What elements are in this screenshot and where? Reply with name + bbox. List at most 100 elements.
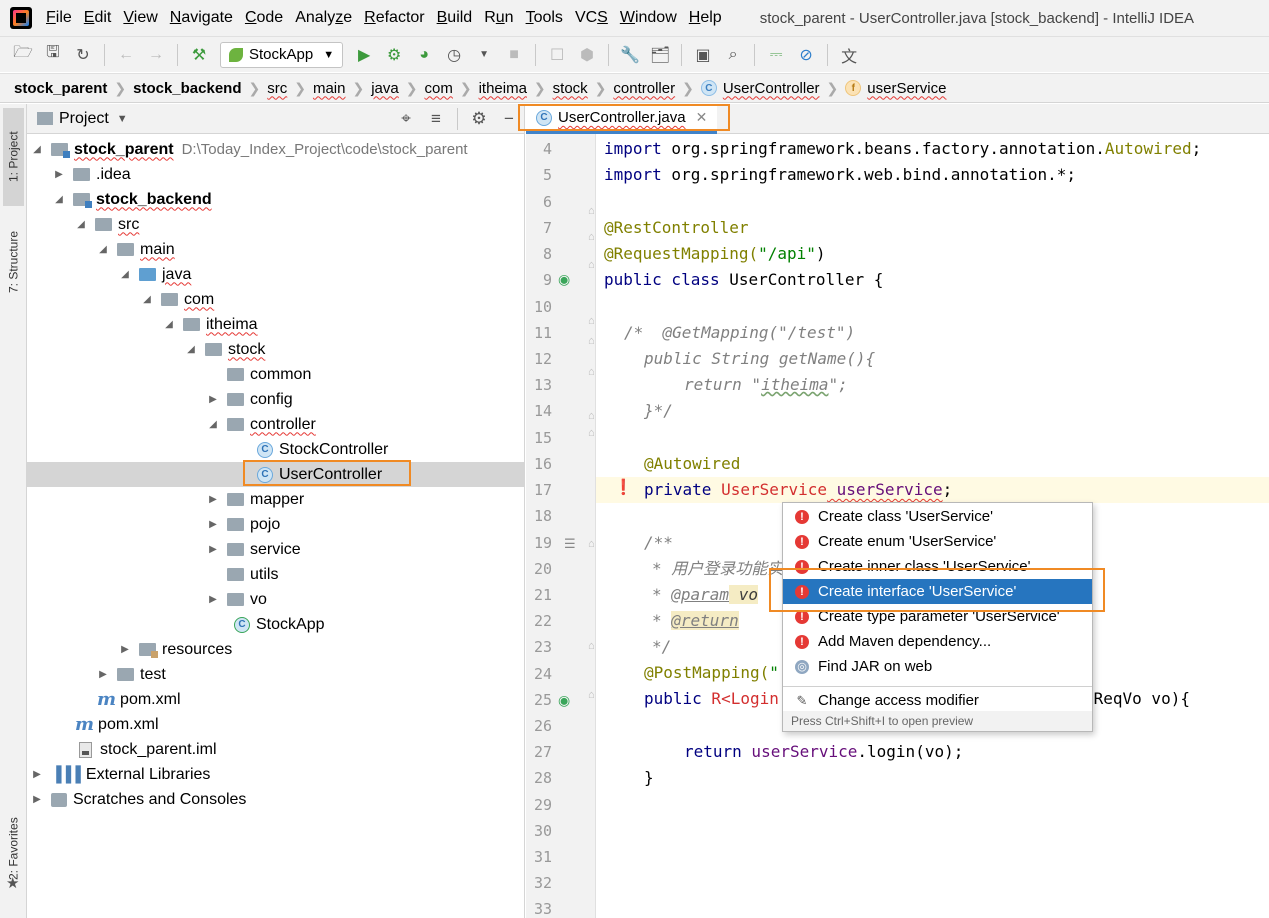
fold-marker-icon[interactable]: ⌂ xyxy=(588,640,595,652)
fold-marker-icon[interactable]: ⌂ xyxy=(588,538,595,550)
menu-refactor[interactable]: Refactor xyxy=(358,9,430,27)
project-view-select[interactable]: Project xyxy=(59,110,109,128)
tree-item-backend-pom[interactable]: m pom.xml xyxy=(27,687,525,712)
project-tool-tab[interactable]: 1: Project xyxy=(3,108,24,206)
deploy-icon[interactable]: ⬢ xyxy=(574,42,600,68)
expand-arrow-icon[interactable]: ▶ xyxy=(207,519,219,530)
tree-item-itheima[interactable]: ◢ itheima xyxy=(27,312,525,337)
tree-item-test[interactable]: ▶ test xyxy=(27,662,525,687)
expand-arrow-icon[interactable]: ▶ xyxy=(207,394,219,405)
chevron-down-icon[interactable]: ▼ xyxy=(117,113,128,125)
open-folder-icon[interactable]: 🗁 xyxy=(10,42,36,68)
expand-arrow-icon[interactable]: ▶ xyxy=(97,669,109,680)
debug-bug-icon[interactable]: ⚙ xyxy=(381,42,407,68)
statistics-chart-icon[interactable]: ⎓ xyxy=(763,42,789,68)
tree-item-config[interactable]: ▶ config xyxy=(27,387,525,412)
spring-bean-icon[interactable]: ◉ xyxy=(558,271,570,288)
profile-icon[interactable]: ◷ xyxy=(441,42,467,68)
breadcrumb-controller[interactable]: controller xyxy=(613,80,675,97)
breadcrumb-stock-parent[interactable]: stock_parent xyxy=(14,80,107,97)
expand-arrow-icon[interactable]: ◢ xyxy=(31,144,43,155)
change-access-modifier-option[interactable]: ✎ Change access modifier xyxy=(783,688,1092,713)
menu-code[interactable]: Code xyxy=(239,9,289,27)
breadcrumb-stock[interactable]: stock xyxy=(553,80,588,97)
tree-item-stock[interactable]: ◢ stock xyxy=(27,337,525,362)
structure-tool-tab[interactable]: 7: Structure xyxy=(3,212,24,312)
tree-item-stock-backend[interactable]: ◢ stock_backend xyxy=(27,187,525,212)
tree-item-iml[interactable]: stock_parent.iml xyxy=(27,737,525,762)
breadcrumb-main[interactable]: main xyxy=(313,80,346,97)
run-icon[interactable]: ▶ xyxy=(351,42,377,68)
tree-item-vo[interactable]: ▶ vo xyxy=(27,587,525,612)
tree-item-stockapp[interactable]: C StockApp xyxy=(27,612,525,637)
menu-help[interactable]: Help xyxy=(683,9,728,27)
menu-build[interactable]: Build xyxy=(431,9,479,27)
menu-vcs[interactable]: VCS xyxy=(569,9,614,27)
expand-arrow-icon[interactable]: ▶ xyxy=(207,544,219,555)
expand-arrow-icon[interactable]: ▶ xyxy=(31,794,43,805)
fold-marker-icon[interactable]: ⌂ xyxy=(588,259,595,271)
breadcrumb-java[interactable]: java xyxy=(371,80,399,97)
collapse-all-icon[interactable]: ≡ xyxy=(423,106,449,132)
fold-marker-icon[interactable]: ⌂ xyxy=(588,689,595,701)
back-icon[interactable]: ← xyxy=(113,42,139,68)
menu-edit[interactable]: Edit xyxy=(78,9,118,27)
add-maven-dependency-option[interactable]: ! Add Maven dependency... xyxy=(783,629,1092,654)
create-enum-option[interactable]: ! Create enum 'UserService' xyxy=(783,529,1092,554)
build-hammer-icon[interactable]: ⚒ xyxy=(186,42,212,68)
menu-run[interactable]: Run xyxy=(478,9,519,27)
fold-marker-icon[interactable]: ⌂ xyxy=(588,335,595,347)
translate-icon[interactable]: 文 xyxy=(836,42,862,68)
tree-item-utils[interactable]: utils xyxy=(27,562,525,587)
expand-arrow-icon[interactable]: ▶ xyxy=(31,769,43,780)
attach-debugger-icon[interactable]: ☐ xyxy=(544,42,570,68)
forward-icon[interactable]: → xyxy=(143,42,169,68)
expand-arrow-icon[interactable]: ▶ xyxy=(207,594,219,605)
fold-marker-icon[interactable]: ⌂ xyxy=(588,205,595,217)
menu-tools[interactable]: Tools xyxy=(520,9,569,27)
tree-item-src[interactable]: ◢ src xyxy=(27,212,525,237)
no-entry-icon[interactable]: ⊘ xyxy=(793,42,819,68)
search-icon[interactable]: ⌕ xyxy=(720,42,746,68)
tree-item-stock-parent[interactable]: ◢ stock_parent D:\Today_Index_Project\code… xyxy=(27,137,525,162)
settings-wrench-icon[interactable]: 🔧 xyxy=(617,42,643,68)
find-jar-on-web-option[interactable]: ◎ Find JAR on web xyxy=(783,654,1092,679)
save-all-icon[interactable]: 🖫 xyxy=(40,42,66,68)
fold-marker-icon[interactable]: ⌂ xyxy=(588,231,595,243)
tree-item-scratches[interactable]: ▶ Scratches and Consoles xyxy=(27,787,525,812)
fold-marker-icon[interactable]: ⌂ xyxy=(588,427,595,439)
menu-analyze[interactable]: Analyze xyxy=(289,9,358,27)
tree-item-java[interactable]: ◢ java xyxy=(27,262,525,287)
project-structure-icon[interactable]: 🗂 xyxy=(647,42,673,68)
tree-item-resources[interactable]: ▶ resources xyxy=(27,637,525,662)
tree-item-main[interactable]: ◢ main xyxy=(27,237,525,262)
more-run-chevron-icon[interactable]: ▼ xyxy=(471,42,497,68)
menu-file[interactable]: File xyxy=(40,9,78,27)
tree-item-controller[interactable]: ◢ controller xyxy=(27,412,525,437)
menu-view[interactable]: View xyxy=(117,9,163,27)
tree-item-pojo[interactable]: ▶ pojo xyxy=(27,512,525,537)
breadcrumb-usercontroller[interactable]: C UserController xyxy=(700,80,820,97)
locate-target-icon[interactable]: ⌖ xyxy=(393,106,419,132)
tree-item-parent-pom[interactable]: m pom.xml xyxy=(27,712,525,737)
breadcrumb-stock-backend[interactable]: stock_backend xyxy=(133,80,241,97)
sync-icon[interactable]: ↻ xyxy=(70,42,96,68)
gear-icon[interactable]: ⚙ xyxy=(466,106,492,132)
expand-arrow-icon[interactable]: ◢ xyxy=(53,194,65,205)
quick-doc-icon[interactable]: ☰ xyxy=(564,536,576,552)
stop-icon[interactable]: ■ xyxy=(501,42,527,68)
fold-marker-icon[interactable]: ⌂ xyxy=(588,366,595,378)
expand-arrow-icon[interactable]: ▶ xyxy=(119,644,131,655)
menu-navigate[interactable]: Navigate xyxy=(164,9,239,27)
breadcrumb-userservice[interactable]: f userService xyxy=(845,80,946,97)
fold-marker-icon[interactable]: ⌂ xyxy=(588,410,595,422)
tree-item-mapper[interactable]: ▶ mapper xyxy=(27,487,525,512)
tree-item-com[interactable]: ◢ com xyxy=(27,287,525,312)
expand-arrow-icon[interactable]: ◢ xyxy=(141,294,153,305)
tree-item-idea[interactable]: ▶ .idea xyxy=(27,162,525,187)
expand-arrow-icon[interactable]: ▶ xyxy=(207,494,219,505)
run-configuration-select[interactable]: StockApp ▼ xyxy=(220,41,344,68)
tree-item-external-libraries[interactable]: ▶ ▐▐▐ External Libraries xyxy=(27,762,525,787)
tree-item-common[interactable]: common xyxy=(27,362,525,387)
tree-item-service[interactable]: ▶ service xyxy=(27,537,525,562)
